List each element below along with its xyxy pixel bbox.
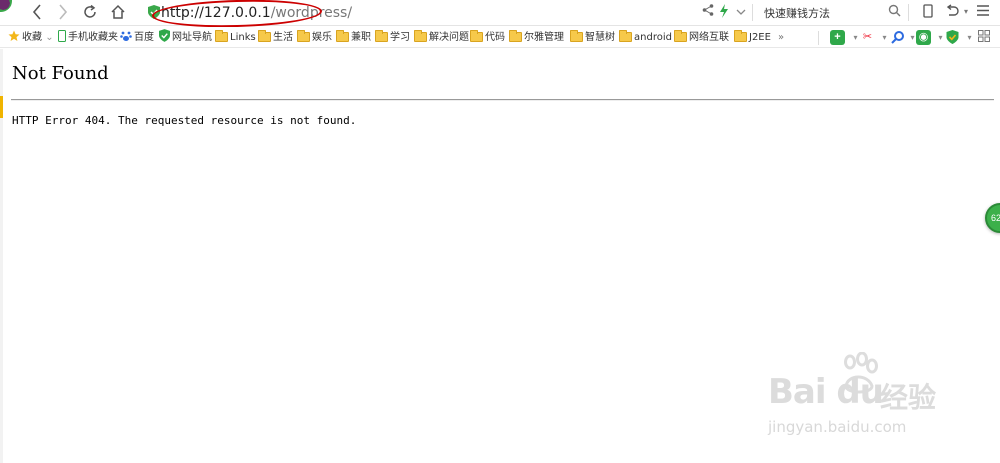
- search-suggestion[interactable]: 快速赚钱方法: [764, 5, 830, 21]
- folder-icon: [258, 30, 271, 42]
- watermark-site: jingyan.baidu.com: [768, 418, 907, 436]
- folder-icon: [470, 30, 483, 42]
- bookmark-label: 百度: [134, 32, 154, 43]
- more-bookmarks-chevron-icon[interactable]: »: [778, 29, 784, 46]
- bookmark-label: Links: [230, 32, 256, 43]
- secure-shield-icon: [148, 5, 160, 19]
- bookmark-label: 代码: [485, 32, 505, 43]
- bookmark-label: 解决问题: [429, 32, 469, 43]
- bookmark-label: 智慧树: [585, 32, 615, 43]
- star-icon: [8, 30, 20, 41]
- bookmark-label: 兼职: [351, 32, 371, 43]
- browser-toolbar: http://127.0.0.1/wordpress/ 快速赚钱方法 ▾: [0, 0, 1000, 30]
- bookmark-folder-erya[interactable]: 尔雅管理: [509, 29, 564, 46]
- grid-apps-icon[interactable]: [976, 30, 991, 45]
- lightning-icon[interactable]: [716, 4, 732, 20]
- bookmark-folder-study[interactable]: 学习: [375, 29, 410, 46]
- folder-icon: [570, 30, 583, 42]
- bookmark-folder-zhihuishu[interactable]: 智慧树: [570, 29, 615, 46]
- folder-icon: [336, 30, 349, 42]
- bookmark-label: 收藏: [22, 32, 42, 43]
- forward-button[interactable]: [52, 2, 74, 22]
- bookmark-folder-life[interactable]: 生活: [258, 29, 293, 46]
- error-message: HTTP Error 404. The requested resource i…: [12, 114, 357, 127]
- folder-icon: [375, 30, 388, 42]
- bookmark-folder-links[interactable]: Links: [215, 29, 256, 46]
- bookmark-folder-network[interactable]: 网络互联: [674, 29, 729, 46]
- bookmark-label: 学习: [390, 32, 410, 43]
- url-path: /wordpress/: [270, 5, 353, 21]
- bookmarks-bar: 收藏 ⌄ 手机收藏夹 百度 网址导航 Links 生活 娱乐 兼职 学习 解决问…: [0, 27, 1000, 48]
- folder-icon: [509, 30, 522, 42]
- chevron-down-icon[interactable]: ▾: [962, 30, 977, 45]
- bookmark-favorites[interactable]: 收藏 ⌄: [8, 29, 54, 46]
- folder-icon: [414, 30, 427, 42]
- bookmark-label: 娱乐: [312, 32, 332, 43]
- phone-icon: [58, 30, 66, 42]
- chevron-down-icon[interactable]: ▾: [958, 4, 974, 20]
- security-shield-icon[interactable]: [945, 30, 960, 45]
- bookmark-folder-code[interactable]: 代码: [470, 29, 505, 46]
- folder-icon: [297, 30, 310, 42]
- bookmark-nav[interactable]: 网址导航: [159, 29, 212, 46]
- chevron-down-icon[interactable]: [733, 4, 749, 20]
- watermark-brand: Bai du: [768, 372, 884, 412]
- browser-logo-icon: [0, 0, 12, 14]
- watermark-cn: 经验: [880, 381, 937, 414]
- address-bar[interactable]: http://127.0.0.1/wordpress/: [145, 2, 700, 23]
- bookmark-label: 手机收藏夹: [68, 32, 118, 43]
- bookmark-label: android: [634, 32, 672, 43]
- bookmark-label: 网址导航: [172, 32, 212, 43]
- folder-icon: [619, 30, 632, 42]
- url-host: http://127.0.0.1: [161, 5, 271, 21]
- side-strip-marker: [0, 96, 3, 118]
- url-text: http://127.0.0.1/wordpress/: [161, 4, 352, 22]
- divider: [908, 4, 909, 21]
- folder-icon: [734, 30, 747, 42]
- bookmark-label: J2EE: [749, 32, 771, 43]
- folder-icon: [215, 30, 228, 42]
- menu-icon[interactable]: [975, 4, 991, 20]
- horizontal-rule: [11, 99, 994, 101]
- watermark: Bai du 经验 jingyan.baidu.com: [760, 352, 960, 442]
- mobile-icon[interactable]: [920, 4, 936, 20]
- bookmark-label: 网络互联: [689, 32, 729, 43]
- divider: [818, 31, 819, 45]
- shield-check-icon: [159, 29, 170, 42]
- search-icon[interactable]: [886, 4, 902, 20]
- bookmark-mobile[interactable]: 手机收藏夹: [58, 29, 118, 46]
- reload-button[interactable]: [79, 2, 101, 22]
- folder-icon: [674, 30, 687, 42]
- game-icon[interactable]: ◉: [916, 30, 931, 45]
- bookmark-folder-entertainment[interactable]: 娱乐: [297, 29, 332, 46]
- bookmark-folder-solve[interactable]: 解决问题: [414, 29, 469, 46]
- bookmark-folder-j2ee[interactable]: J2EE: [734, 29, 771, 46]
- baidu-paw-icon: [120, 31, 132, 41]
- extension-add-icon[interactable]: +: [830, 30, 845, 45]
- bookmark-label: 生活: [273, 32, 293, 43]
- scissors-icon[interactable]: ✂: [860, 30, 875, 45]
- translate-icon[interactable]: [890, 30, 905, 45]
- home-button[interactable]: [107, 2, 129, 22]
- page-title: Not Found: [12, 63, 109, 84]
- bookmark-label: 尔雅管理: [524, 32, 564, 43]
- bookmark-folder-parttime[interactable]: 兼职: [336, 29, 371, 46]
- bookmark-folder-android[interactable]: android: [619, 29, 672, 46]
- back-button[interactable]: [26, 2, 48, 22]
- share-icon[interactable]: [700, 4, 716, 20]
- bookmark-baidu[interactable]: 百度: [120, 29, 154, 46]
- divider: [752, 4, 753, 21]
